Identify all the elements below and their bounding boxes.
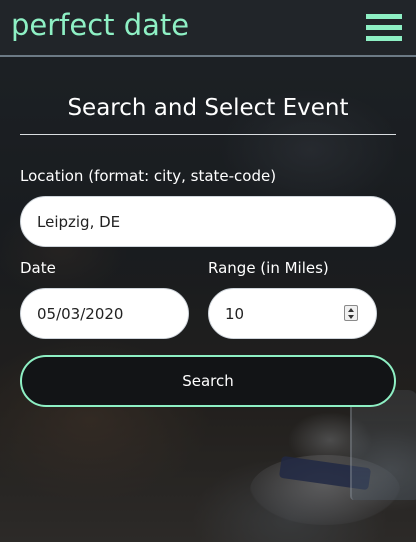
location-input[interactable] bbox=[20, 196, 396, 247]
range-label: Range (in Miles) bbox=[208, 259, 329, 277]
title-divider bbox=[20, 134, 396, 135]
location-label: Location (format: city, state-code) bbox=[20, 167, 277, 185]
brand-logo[interactable]: perfect date bbox=[11, 8, 189, 42]
hamburger-menu-icon[interactable] bbox=[366, 14, 402, 42]
date-input[interactable] bbox=[20, 288, 189, 339]
form-title: Search and Select Event bbox=[67, 95, 349, 121]
search-button[interactable]: Search bbox=[20, 355, 396, 407]
spinner-up-icon[interactable] bbox=[348, 308, 354, 312]
spinner-down-icon[interactable] bbox=[348, 315, 354, 319]
date-label: Date bbox=[20, 259, 56, 277]
range-spinner-icon[interactable] bbox=[344, 305, 358, 321]
navbar: perfect date bbox=[0, 0, 416, 57]
